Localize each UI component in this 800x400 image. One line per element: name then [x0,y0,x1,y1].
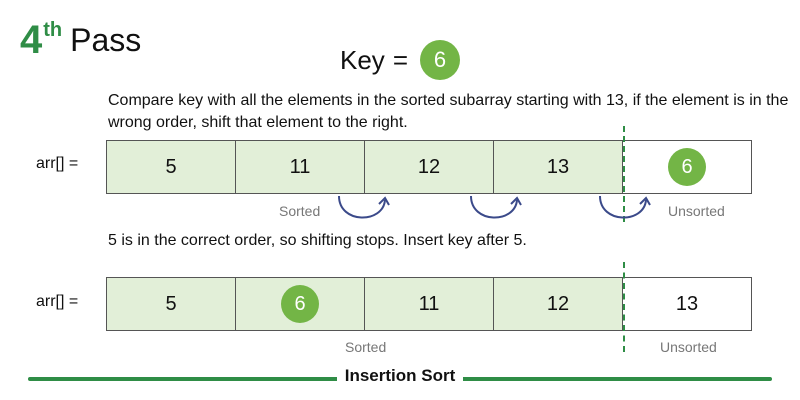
insert-arrow [599,195,651,219]
array1-cell-3: 13 [494,141,623,193]
array1-key-circle: 6 [668,148,706,186]
array2-label: arr[] = [36,293,79,310]
array1-sorted-caption: Sorted [279,203,321,219]
key-value-circle: 6 [420,40,460,80]
array1-cell-2: 12 [365,141,494,193]
array2-cell-3-value: 12 [546,292,570,315]
key-indicator: Key = 6 [340,40,460,80]
array1-cell-1: 11 [236,141,365,193]
step-note: 5 is in the correct order, so shifting s… [108,232,527,249]
array2-cell-2: 11 [365,278,494,330]
array2-cell-1: 6 [236,278,365,330]
array2-inserted-key-circle: 6 [281,285,319,323]
step-description: Compare key with all the elements in the… [108,92,789,131]
array2-cell-0-value: 5 [165,292,177,315]
array1-cell-0: 5 [107,141,236,193]
array1-cell-1-value: 11 [289,155,311,178]
array2-unsorted-caption: Unsorted [660,339,717,355]
array1-cell-0-value: 5 [165,155,177,178]
footer-title: Insertion Sort [0,366,800,386]
array2-cell-0: 5 [107,278,236,330]
array1-cell-2-value: 12 [417,155,441,178]
key-label: Key [340,44,385,75]
array1: 5 11 12 13 6 [106,140,752,194]
shift-arrow-1 [338,195,386,219]
footer-title-text: Insertion Sort [336,366,464,385]
array2: 5 6 11 12 13 [106,277,752,331]
array2-sorted-caption: Sorted [345,339,387,355]
pass-heading: 4 th Pass [20,18,141,62]
pass-number: 4 [20,18,43,62]
pass-suffix: th [43,19,63,41]
array2-divider [623,262,625,352]
pass-word: Pass [70,22,142,58]
array1-cell-4: 6 [623,141,751,193]
array2-cell-4-value: 13 [675,292,699,315]
array2-cell-4: 13 [623,278,751,330]
array1-label: arr[] = [36,155,79,172]
shift-arrow-2 [470,195,518,219]
array2-cell-2-value: 11 [418,292,440,315]
shift-arrows [338,195,522,219]
array1-unsorted-caption: Unsorted [668,203,725,219]
array1-cell-3-value: 13 [546,155,570,178]
array2-cell-3: 12 [494,278,623,330]
key-equals: = [392,44,408,75]
